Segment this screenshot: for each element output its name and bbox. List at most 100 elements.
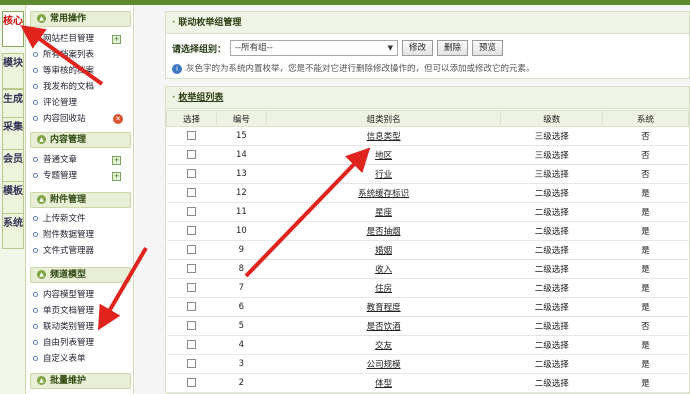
enum-group-table: 选择 编号 组类别名 级数 系统 15 信息类型 三级选择否 14 地区 三级选择否 13 行… bbox=[166, 110, 689, 394]
row-checkbox[interactable] bbox=[186, 245, 196, 254]
row-name-link[interactable]: 信息类型 bbox=[367, 132, 401, 142]
row-name-link[interactable]: 地区 bbox=[375, 151, 392, 161]
row-name-link[interactable]: 收入 bbox=[375, 265, 392, 275]
row-checkbox[interactable] bbox=[186, 378, 196, 387]
row-checkbox[interactable] bbox=[186, 340, 196, 349]
tab-system[interactable]: 系统 bbox=[2, 213, 24, 249]
sidebar-item-custom-forms[interactable]: 自定义表单 bbox=[33, 352, 131, 367]
sidebar-item-upload[interactable]: 上传新文件 bbox=[33, 212, 131, 227]
group-select[interactable]: --所有组-- ▼ bbox=[230, 40, 399, 56]
row-checkbox[interactable] bbox=[186, 359, 196, 368]
row-id: 15 bbox=[216, 126, 267, 146]
row-name-link[interactable]: 公司规模 bbox=[367, 360, 401, 370]
row-checkbox[interactable] bbox=[186, 188, 196, 197]
tab-members[interactable]: 会员 bbox=[2, 149, 24, 185]
tab-modules[interactable]: 模块 bbox=[2, 53, 24, 89]
sidebar-item-content-models[interactable]: 内容模型管理 bbox=[33, 288, 131, 303]
row-name[interactable]: 体型 bbox=[266, 373, 501, 393]
row-name-link[interactable]: 婚姻 bbox=[375, 246, 392, 256]
row-checkbox[interactable] bbox=[186, 131, 196, 140]
bullet-icon bbox=[33, 100, 38, 105]
row-name[interactable]: 是否饮酒 bbox=[266, 316, 501, 336]
section-header-channel-models[interactable]: ▲ 频道模型 bbox=[30, 267, 131, 283]
info-icon: i bbox=[172, 64, 182, 74]
sidebar-item-comments[interactable]: 评论管理 bbox=[33, 96, 131, 111]
sidebar-item-pending-review[interactable]: 等审核的档案 bbox=[33, 64, 131, 79]
row-name[interactable]: 婚姻 bbox=[266, 240, 501, 260]
row-name[interactable]: 住房 bbox=[266, 278, 501, 298]
edit-button[interactable]: 修改 bbox=[402, 40, 434, 56]
row-id: 14 bbox=[216, 145, 267, 165]
row-name[interactable]: 信息类型 bbox=[266, 126, 501, 146]
row-level: 二级选择 bbox=[500, 202, 603, 222]
add-icon[interactable]: + bbox=[112, 156, 121, 165]
row-system: 是 bbox=[602, 373, 689, 393]
row-name[interactable]: 行业 bbox=[266, 164, 501, 184]
tab-collect[interactable]: 采集 bbox=[2, 117, 24, 153]
section-header-content[interactable]: ▲ 内容管理 bbox=[30, 132, 131, 148]
row-name[interactable]: 交友 bbox=[266, 335, 501, 355]
row-name[interactable]: 收入 bbox=[266, 259, 501, 279]
row-checkbox[interactable] bbox=[186, 169, 196, 178]
row-checkbox[interactable] bbox=[186, 150, 196, 159]
sidebar-item-recycle-bin[interactable]: 内容回收站 ✕ bbox=[33, 112, 131, 127]
sidebar-item-file-manager[interactable]: 文件式管理器 bbox=[33, 244, 131, 259]
sidebar-item-attachment-data[interactable]: 附件数据管理 bbox=[33, 228, 131, 243]
row-checkbox[interactable] bbox=[186, 283, 196, 292]
row-checkbox[interactable] bbox=[186, 226, 196, 235]
sidebar-item-single-pages[interactable]: 单页文档管理 bbox=[33, 304, 131, 319]
row-checkbox[interactable] bbox=[186, 264, 196, 273]
row-checkbox[interactable] bbox=[186, 321, 196, 330]
sidebar-item-free-lists[interactable]: 自由列表管理 bbox=[33, 336, 131, 351]
row-name[interactable]: 星座 bbox=[266, 202, 501, 222]
sidebar-item-my-docs[interactable]: 我发布的文档 bbox=[33, 80, 131, 95]
row-name-link[interactable]: 体型 bbox=[375, 379, 392, 389]
row-checkbox[interactable] bbox=[186, 302, 196, 311]
row-name[interactable]: 教育程度 bbox=[266, 297, 501, 317]
preview-button[interactable]: 预览 bbox=[472, 40, 504, 56]
row-name-link[interactable]: 是否抽烟 bbox=[367, 227, 401, 237]
sidebar-item-all-archives[interactable]: 所有档案列表 bbox=[33, 48, 131, 63]
row-name[interactable]: 公司规模 bbox=[266, 354, 501, 374]
collapse-icon: ▲ bbox=[37, 135, 46, 144]
sidebar-item-articles[interactable]: 普通文章 + bbox=[33, 153, 131, 168]
row-name[interactable]: 是否抽烟 bbox=[266, 221, 501, 241]
sidebar-item-topics[interactable]: 专题管理 + bbox=[33, 169, 131, 184]
bullet-icon bbox=[33, 68, 38, 73]
sidebar-item-linkage-categories[interactable]: 联动类别管理 bbox=[33, 320, 131, 335]
row-checkbox-cell bbox=[166, 183, 217, 203]
row-checkbox-cell bbox=[166, 259, 217, 279]
row-system: 否 bbox=[602, 126, 689, 146]
col-level: 级数 bbox=[500, 110, 604, 127]
bullet-icon bbox=[33, 84, 38, 89]
row-name[interactable]: 系统缓存标识 bbox=[266, 183, 501, 203]
row-system: 是 bbox=[602, 335, 689, 355]
table-row: 12 系统缓存标识 二级选择是 bbox=[166, 183, 689, 203]
row-system: 是 bbox=[602, 259, 689, 279]
row-name[interactable]: 地区 bbox=[266, 145, 501, 165]
section-header-common[interactable]: ▲ 常用操作 bbox=[30, 11, 131, 27]
add-icon[interactable]: + bbox=[112, 172, 121, 181]
row-id: 12 bbox=[216, 183, 267, 203]
row-checkbox[interactable] bbox=[186, 207, 196, 216]
sidebar-item-column-manage[interactable]: 网站栏目管理 + bbox=[33, 32, 131, 47]
row-name-link[interactable]: 行业 bbox=[375, 170, 392, 180]
add-icon[interactable]: + bbox=[112, 35, 121, 44]
row-name-link[interactable]: 星座 bbox=[375, 208, 392, 218]
delete-button[interactable]: 删除 bbox=[437, 40, 469, 56]
row-name-link[interactable]: 是否饮酒 bbox=[367, 322, 401, 332]
tab-templates[interactable]: 模板 bbox=[2, 181, 24, 217]
row-level: 二级选择 bbox=[500, 278, 603, 298]
bullet-icon bbox=[33, 36, 38, 41]
tab-core[interactable]: 核心 bbox=[2, 11, 24, 47]
row-name-link[interactable]: 教育程度 bbox=[367, 303, 401, 313]
row-name-link[interactable]: 系统缓存标识 bbox=[358, 189, 409, 199]
row-name-link[interactable]: 住房 bbox=[375, 284, 392, 294]
recycle-icon[interactable]: ✕ bbox=[113, 114, 123, 124]
section-header-attachments[interactable]: ▲ 附件管理 bbox=[30, 192, 131, 208]
row-checkbox-cell bbox=[166, 335, 217, 355]
row-id: 2 bbox=[216, 373, 267, 393]
row-name-link[interactable]: 交友 bbox=[375, 341, 392, 351]
table-row: 8 收入 二级选择是 bbox=[166, 259, 689, 279]
section-header-batch[interactable]: ▲ 批量维护 bbox=[30, 373, 131, 389]
